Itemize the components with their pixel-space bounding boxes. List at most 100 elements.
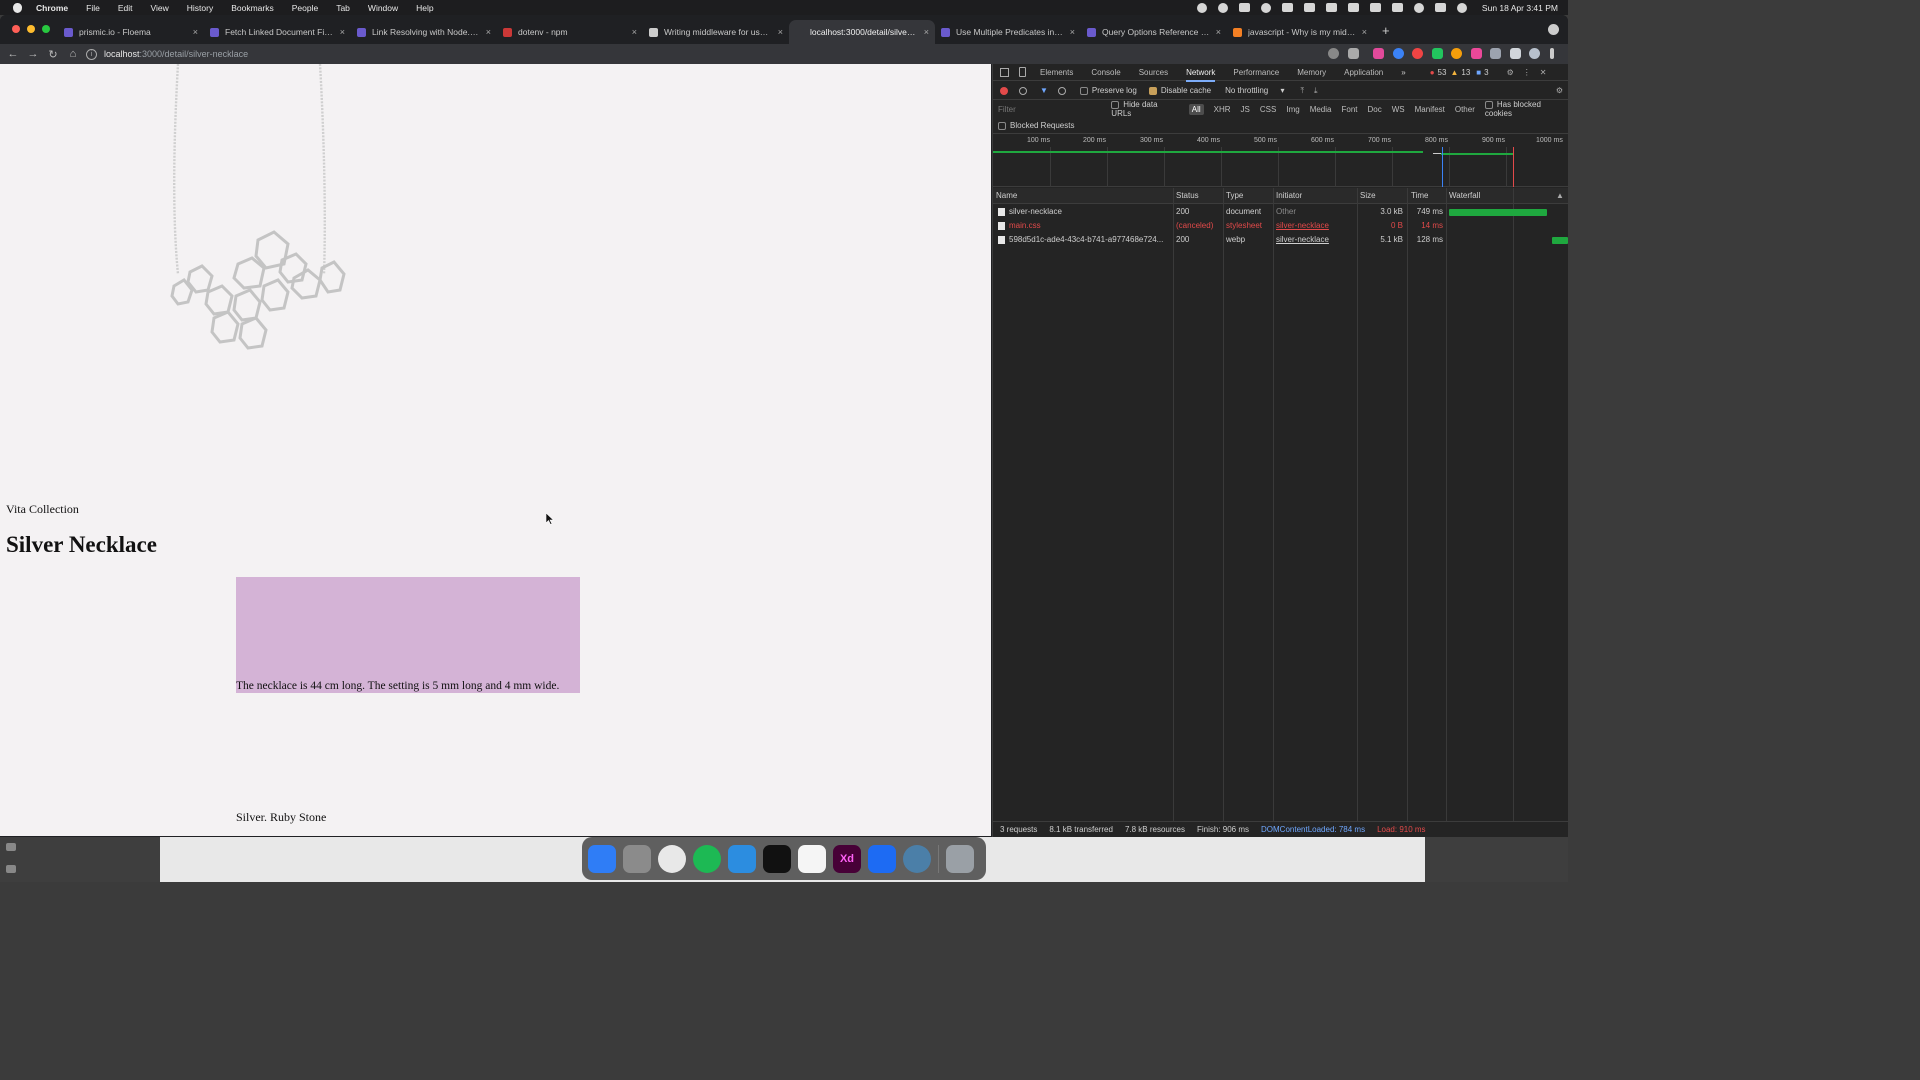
- devtools-tab-elements[interactable]: Elements: [1040, 68, 1073, 77]
- network-settings-gear-icon[interactable]: ⚙: [1556, 86, 1563, 95]
- column-type-header[interactable]: Type: [1226, 191, 1243, 200]
- menu-file[interactable]: File: [86, 3, 100, 13]
- column-time-header[interactable]: Time: [1411, 191, 1428, 200]
- filter-type-css[interactable]: CSS: [1260, 105, 1276, 114]
- cloud-sync-icon[interactable]: [1303, 3, 1315, 12]
- error-icon[interactable]: ●: [1430, 68, 1435, 77]
- launchpad-icon[interactable]: [623, 844, 651, 873]
- tab-writing-middleware[interactable]: Writing middleware for use in E ×: [643, 20, 789, 44]
- tab-close-icon[interactable]: ×: [1362, 27, 1367, 37]
- extension-green-icon[interactable]: [1432, 48, 1443, 59]
- filter-type-other[interactable]: Other: [1455, 105, 1475, 114]
- request-name[interactable]: silver-necklace: [1009, 207, 1169, 216]
- forward-arrow-icon[interactable]: →: [23, 48, 43, 60]
- menu-bookmarks[interactable]: Bookmarks: [231, 3, 274, 13]
- tab-fetch-linked-fields[interactable]: Fetch Linked Document Fields ×: [204, 20, 351, 44]
- site-info-icon[interactable]: i: [86, 48, 97, 60]
- menu-people[interactable]: People: [292, 3, 318, 13]
- back-arrow-icon[interactable]: ←: [3, 48, 23, 60]
- request-initiator-link[interactable]: silver-necklace: [1276, 235, 1329, 244]
- extension-shield-icon[interactable]: [1490, 48, 1501, 59]
- record-button-icon[interactable]: [1000, 86, 1008, 95]
- filter-type-all[interactable]: All: [1188, 103, 1204, 115]
- new-tab-plus-icon[interactable]: +: [1382, 23, 1390, 38]
- reload-icon[interactable]: ↻: [43, 48, 63, 61]
- blocked-requests-checkbox[interactable]: Blocked Requests: [998, 121, 1074, 130]
- filter-type-xhr[interactable]: XHR: [1214, 105, 1231, 114]
- info-count[interactable]: 3: [1484, 68, 1488, 77]
- filter-funnel-icon[interactable]: ▼: [1040, 86, 1048, 95]
- tab-stackoverflow-middleware[interactable]: javascript - Why is my middlew ×: [1227, 20, 1373, 44]
- onepassword-icon[interactable]: [1260, 2, 1271, 13]
- close-window-icon[interactable]: [12, 25, 20, 33]
- info-icon[interactable]: ■: [1476, 68, 1481, 77]
- menu-view[interactable]: View: [150, 3, 168, 13]
- menu-window[interactable]: Window: [368, 3, 398, 13]
- menu-edit[interactable]: Edit: [118, 3, 133, 13]
- quicktime-icon[interactable]: [903, 844, 931, 873]
- battery-icon[interactable]: [1347, 3, 1359, 12]
- filter-type-media[interactable]: Media: [1310, 105, 1332, 114]
- extensions-puzzle-icon[interactable]: [1510, 48, 1521, 59]
- has-blocked-cookies-checkbox[interactable]: Has blocked cookies: [1484, 100, 1568, 118]
- tab-localhost-silver-necklace[interactable]: localhost:3000/detail/silver-ne ×: [789, 20, 935, 44]
- column-size-header[interactable]: Size: [1360, 191, 1376, 200]
- tab-dotenv-npm[interactable]: dotenv - npm ×: [497, 20, 643, 44]
- devtools-tab-network[interactable]: Network: [1186, 68, 1216, 82]
- devtools-tab-memory[interactable]: Memory: [1297, 68, 1326, 77]
- zoom-icon[interactable]: [1328, 48, 1339, 59]
- hide-data-urls-checkbox[interactable]: Hide data URLs: [1111, 100, 1178, 118]
- network-overview-timeline[interactable]: 100 ms 200 ms 300 ms 400 ms 500 ms 600 m…: [993, 135, 1568, 187]
- tab-link-resolving[interactable]: Link Resolving with Node.js - P ×: [351, 20, 497, 44]
- devtools-tab-performance[interactable]: Performance: [1233, 68, 1279, 77]
- error-count[interactable]: 53: [1438, 68, 1447, 77]
- inspect-element-icon[interactable]: [1000, 67, 1009, 77]
- column-initiator-header[interactable]: Initiator: [1276, 191, 1302, 200]
- warning-count[interactable]: 13: [1461, 68, 1470, 77]
- extension-magenta-icon[interactable]: [1471, 48, 1482, 59]
- filter-type-font[interactable]: Font: [1341, 105, 1357, 114]
- spotlight-search-icon[interactable]: [1413, 2, 1424, 13]
- siri-icon[interactable]: [1456, 2, 1467, 13]
- tab-close-icon[interactable]: ×: [632, 27, 637, 37]
- devtools-tab-console[interactable]: Console: [1091, 68, 1120, 77]
- request-initiator-link[interactable]: silver-necklace: [1276, 221, 1329, 230]
- briefcase-icon[interactable]: [6, 865, 16, 873]
- menu-tab[interactable]: Tab: [336, 3, 350, 13]
- filter-type-manifest[interactable]: Manifest: [1415, 105, 1445, 114]
- tab-multiple-predicates[interactable]: Use Multiple Predicates in Java ×: [935, 20, 1081, 44]
- slack-icon[interactable]: [798, 844, 826, 873]
- tab-query-options[interactable]: Query Options Reference in Ja ×: [1081, 20, 1227, 44]
- kebab-menu-icon[interactable]: [1550, 48, 1554, 59]
- bookmark-star-icon[interactable]: [1348, 48, 1359, 59]
- trash-icon[interactable]: [946, 844, 974, 873]
- filter-input[interactable]: Filter: [998, 105, 1111, 114]
- column-status-header[interactable]: Status: [1176, 191, 1199, 200]
- layers-icon[interactable]: [6, 843, 16, 851]
- battery-indicator-icon[interactable]: [1325, 3, 1337, 12]
- throttling-select[interactable]: No throttling ▾: [1225, 86, 1284, 95]
- request-row[interactable]: silver-necklace 200 document Other 3.0 k…: [993, 205, 1568, 219]
- spotify-icon[interactable]: [693, 844, 721, 873]
- vscode-icon[interactable]: [728, 844, 756, 873]
- preserve-log-checkbox[interactable]: Preserve log: [1079, 86, 1137, 95]
- tab-close-icon[interactable]: ×: [486, 27, 491, 37]
- search-icon[interactable]: [1057, 86, 1066, 95]
- cloud-icon[interactable]: [1238, 3, 1250, 12]
- adobe-xd-icon[interactable]: Xd: [833, 844, 861, 873]
- tab-close-icon[interactable]: ×: [1070, 27, 1075, 37]
- request-row[interactable]: 598d5d1c-ade4-43c4-b741-a977468e724... 2…: [993, 233, 1568, 247]
- volume-icon[interactable]: [1369, 3, 1381, 12]
- tab-close-icon[interactable]: ×: [340, 27, 345, 37]
- column-waterfall-header[interactable]: Waterfall: [1449, 191, 1480, 200]
- address-bar[interactable]: i localhost:3000/detail/silver-necklace: [86, 46, 1366, 62]
- devtools-tab-application[interactable]: Application: [1344, 68, 1383, 77]
- finder-icon[interactable]: [588, 844, 616, 873]
- zoom-window-icon[interactable]: [42, 25, 50, 33]
- filter-type-js[interactable]: JS: [1241, 105, 1250, 114]
- terminal-icon[interactable]: [763, 844, 791, 873]
- upload-cloud-icon[interactable]: [1281, 3, 1293, 12]
- filter-type-img[interactable]: Img: [1286, 105, 1299, 114]
- clear-log-icon[interactable]: [1019, 86, 1027, 95]
- tab-search-icon[interactable]: [1548, 24, 1559, 35]
